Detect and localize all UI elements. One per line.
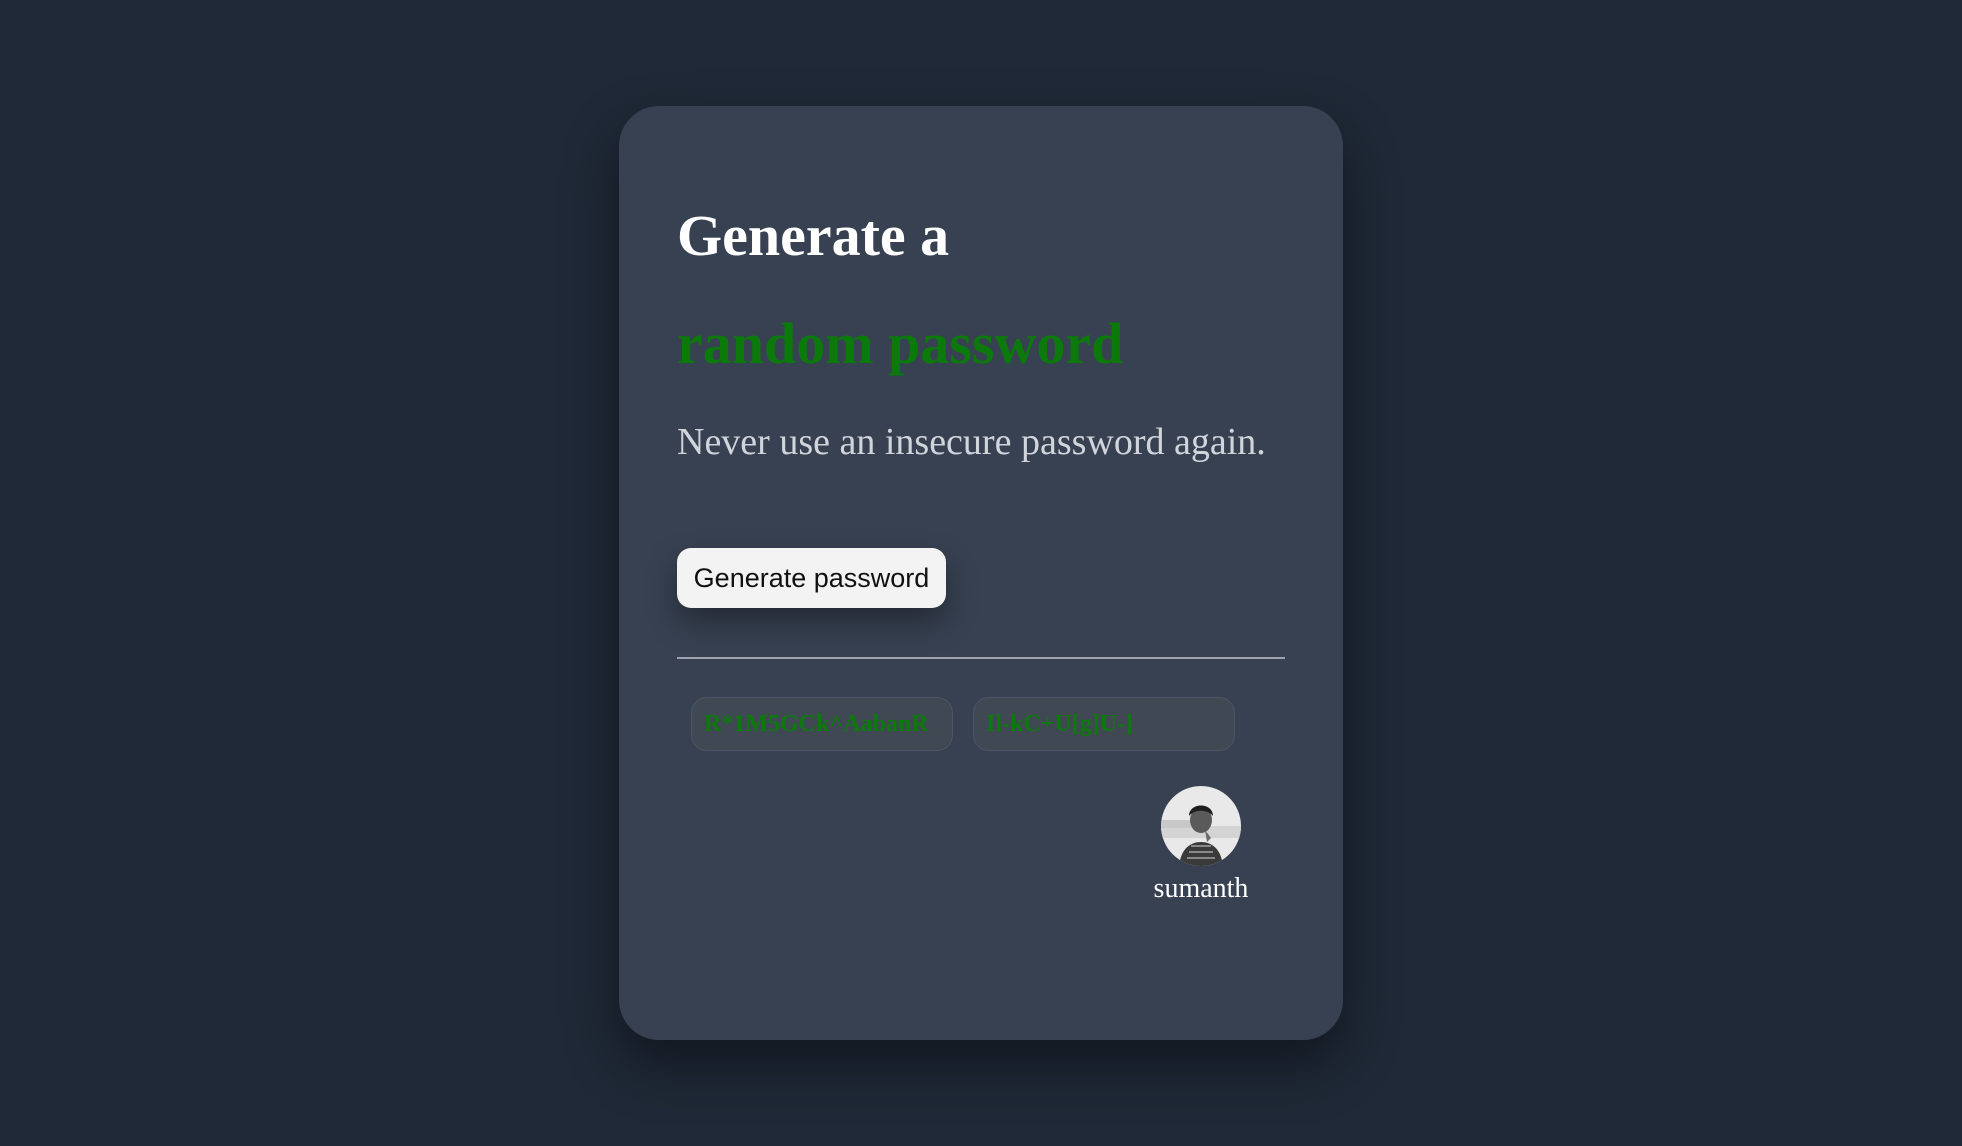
page-subtitle: Never use an insecure password again. bbox=[677, 421, 1266, 463]
avatar bbox=[1161, 786, 1241, 866]
page-title-accent: random password bbox=[677, 311, 1124, 376]
password-output-1[interactable]: R*1M5GCk^AabanR bbox=[691, 697, 953, 751]
password-output-2[interactable]: Il-kC+U[g]U-] bbox=[973, 697, 1235, 751]
author-credit: sumanth bbox=[1139, 786, 1263, 906]
page-title: Generate a bbox=[677, 203, 950, 268]
generate-password-button[interactable]: Generate password bbox=[677, 548, 946, 608]
author-name: sumanth bbox=[1153, 873, 1249, 904]
divider bbox=[677, 657, 1285, 659]
avatar-image bbox=[1161, 786, 1241, 866]
password-generator-card: Generate a random password Never use an … bbox=[619, 106, 1343, 1040]
